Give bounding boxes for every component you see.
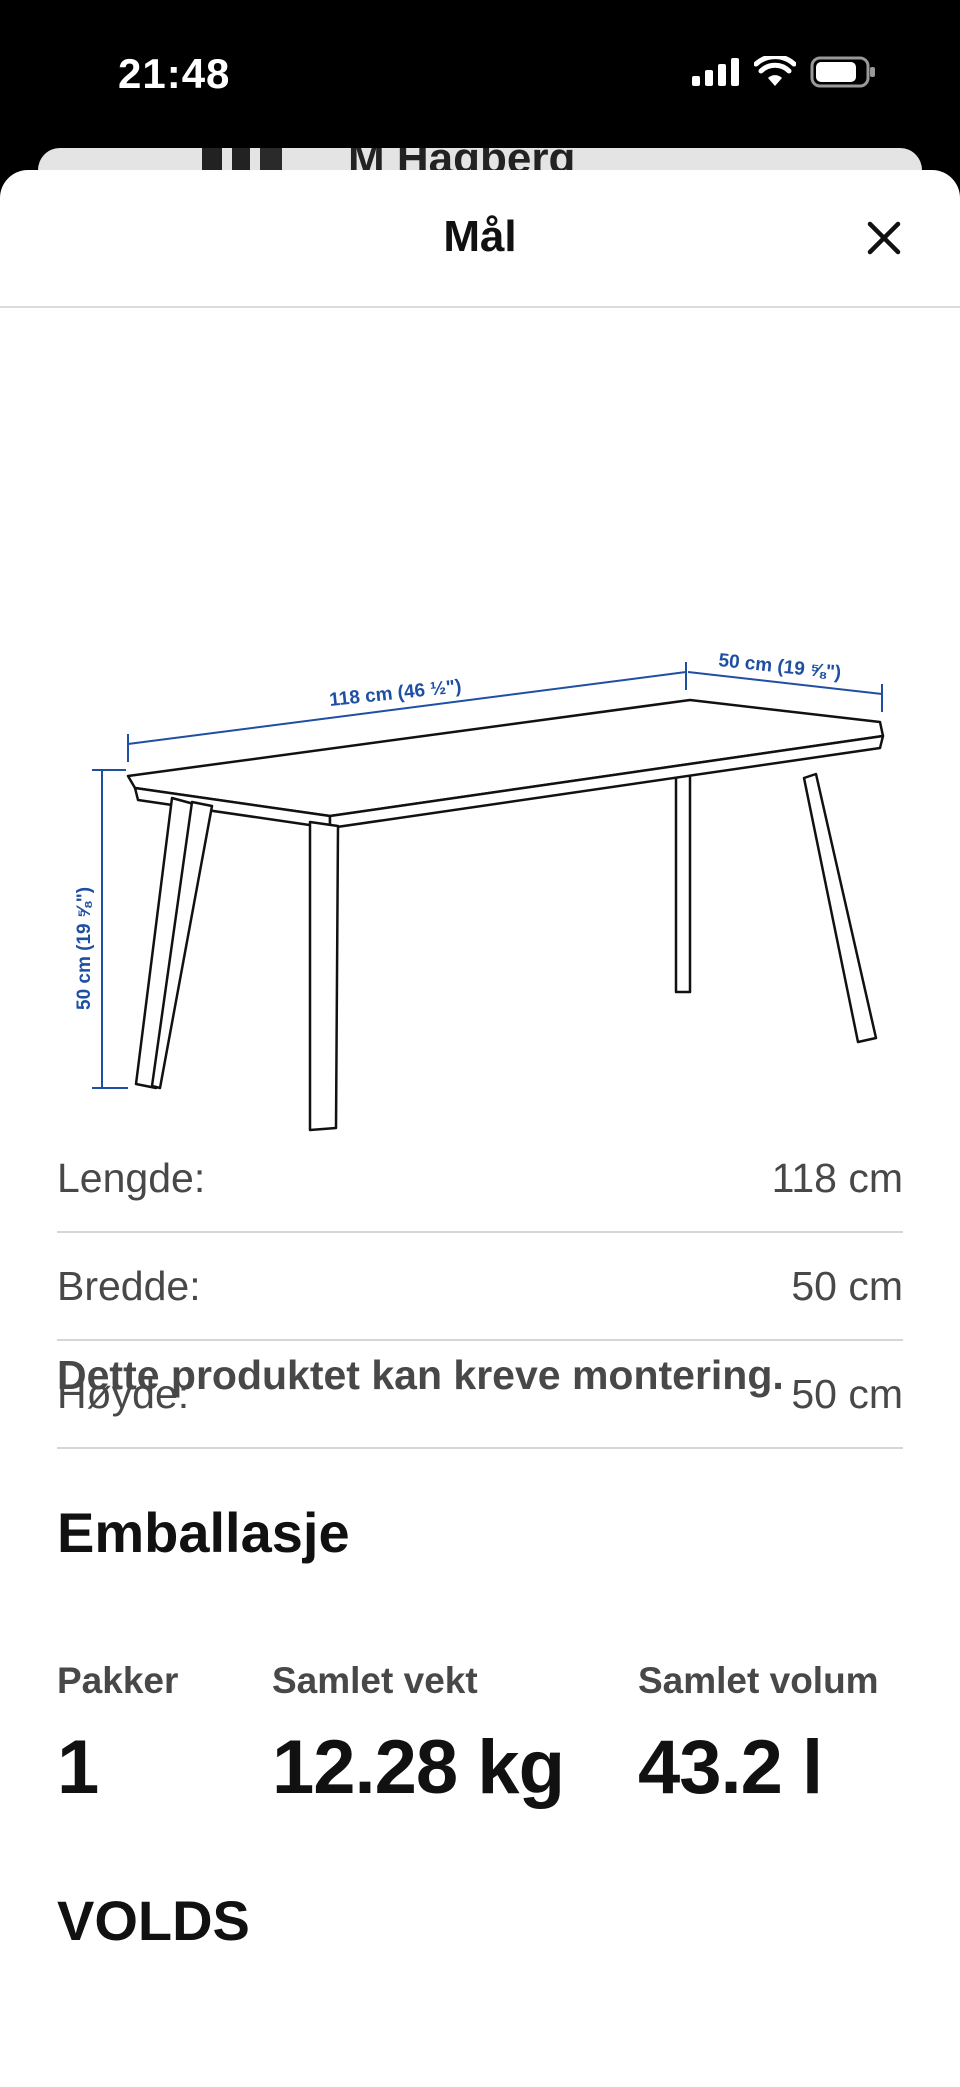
dimensions-list: Lengde: 118 cm Bredde: 50 cm Høyde: 50 c… (57, 1125, 903, 1449)
sheet-title: Mål (443, 212, 517, 261)
length-dimension-label: 118 cm (46 ½") (328, 676, 462, 711)
wifi-icon (754, 56, 796, 86)
assembly-note: Dette produktet kan kreve montering. (57, 1352, 784, 1398)
dimension-label: Bredde: (57, 1262, 201, 1309)
dimension-row-width: Bredde: 50 cm (57, 1233, 903, 1341)
volume-value: 43.2 l (638, 1725, 823, 1810)
close-icon (867, 221, 901, 255)
packaging-title: Emballasje (57, 1501, 350, 1564)
status-time: 21:48 (118, 50, 231, 97)
dimension-row-length: Lengde: 118 cm (57, 1125, 903, 1233)
dimension-label: Lengde: (57, 1154, 206, 1201)
sheet-header: Mål (0, 170, 960, 308)
status-icons (692, 56, 876, 88)
packages-value: 1 (57, 1725, 99, 1810)
close-button[interactable] (858, 212, 910, 264)
weight-label: Samlet vekt (272, 1660, 478, 1701)
packages-stat: Pakker 1 (57, 1660, 178, 1811)
width-dimension-label: 50 cm (19 ⅝") (717, 650, 842, 684)
volume-stat: Samlet volum 43.2 l (638, 1660, 879, 1811)
packages-label: Pakker (57, 1660, 179, 1701)
weight-value: 12.28 kg (272, 1725, 565, 1810)
next-section-title: VOLDS (57, 1889, 250, 1952)
height-dimension-label: 50 cm (19 ⅝") (74, 887, 95, 1010)
dimension-value: 118 cm (771, 1154, 903, 1201)
product-dimension-diagram: 118 cm (46 ½") 50 cm (19 ⅝") 50 cm (19 ⅝… (74, 650, 885, 1132)
status-bar: 21:48 (0, 0, 960, 150)
weight-stat: Samlet vekt 12.28 kg (272, 1660, 565, 1811)
dimension-value: 50 cm (791, 1262, 903, 1309)
dimension-value: 50 cm (791, 1370, 903, 1417)
battery-icon (810, 56, 875, 88)
cellular-signal-icon (692, 58, 739, 86)
volume-label: Samlet volum (638, 1660, 879, 1701)
